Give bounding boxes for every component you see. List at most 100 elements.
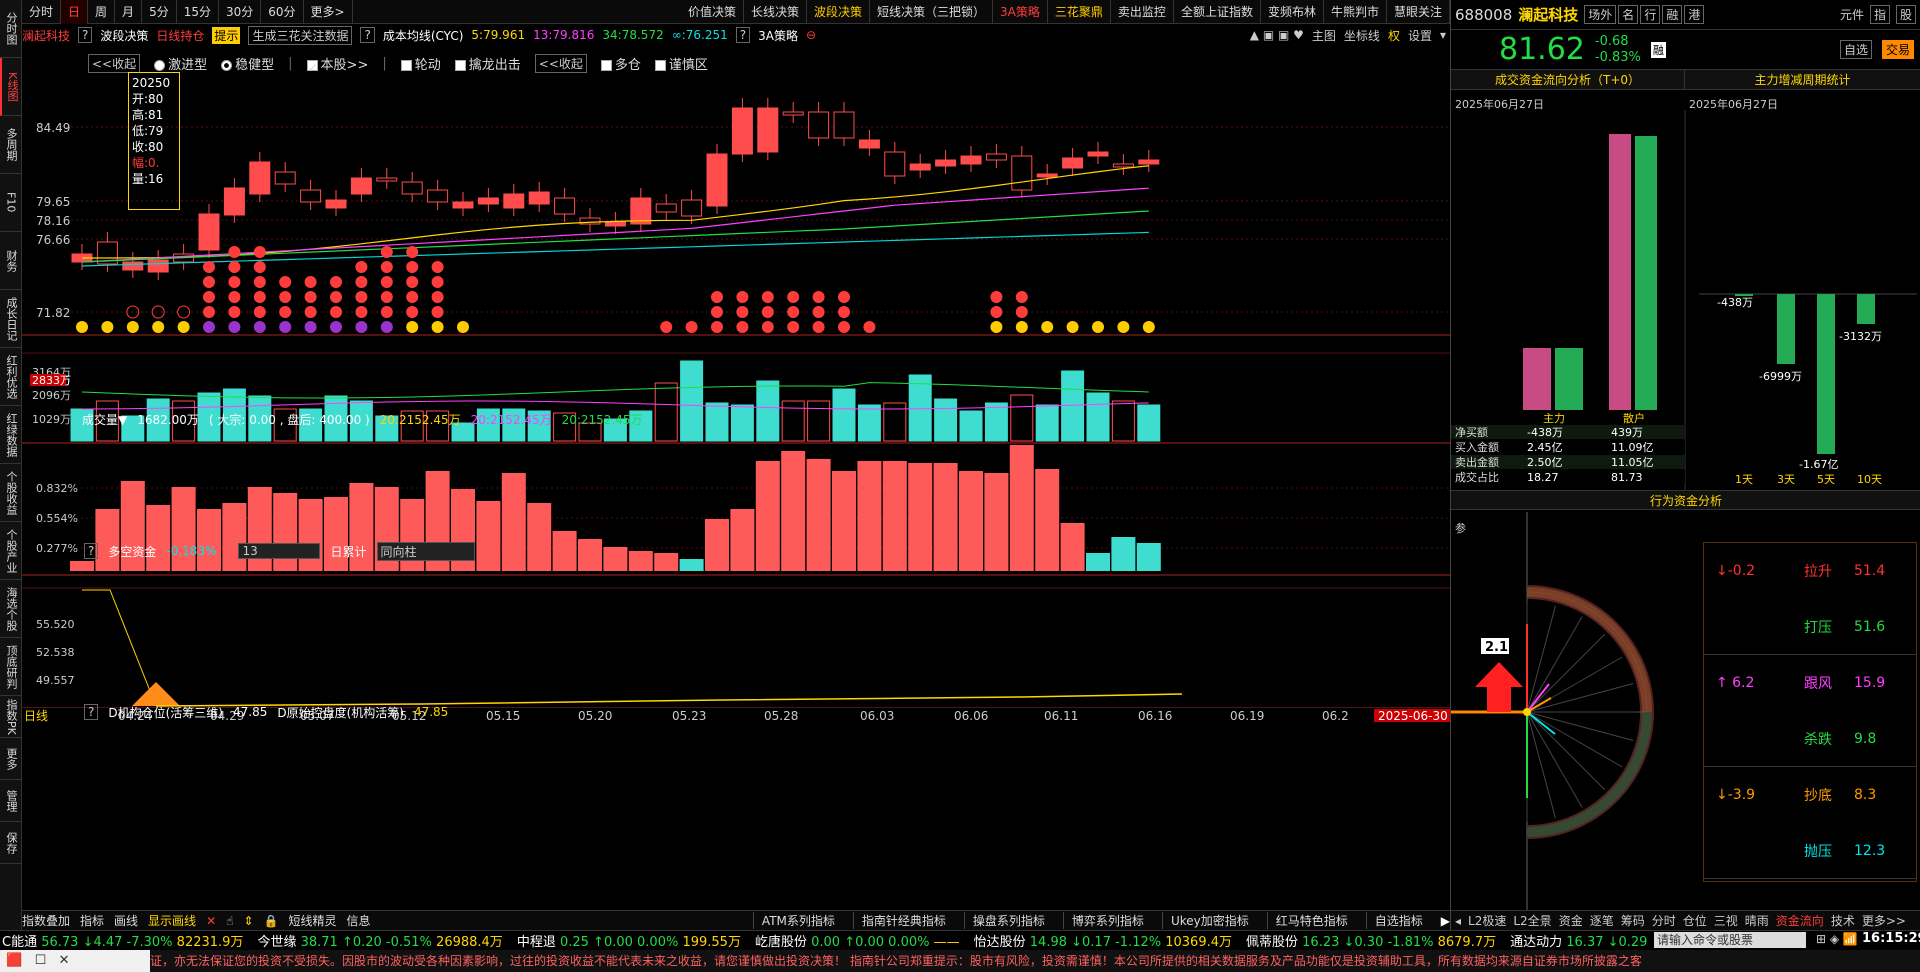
candle[interactable] [808, 111, 830, 139]
left-tab-2[interactable]: 多周期 [0, 116, 22, 174]
period-tab-6[interactable]: 30分 [219, 0, 262, 24]
strategy-tab-9[interactable]: 牛熊判市 [1324, 0, 1387, 24]
help-icon-2[interactable]: ? [360, 27, 375, 43]
move-icon[interactable]: ⇕ [243, 914, 253, 928]
candle[interactable] [350, 177, 372, 195]
quote-bottom-tab-4[interactable]: 筹码 [1621, 912, 1645, 929]
quote-bottom-tab-9[interactable]: 资金流向 [1776, 912, 1824, 929]
quote-tab-0[interactable]: 场外 [1584, 5, 1617, 24]
candle[interactable] [1087, 151, 1109, 157]
indicator-series-5[interactable]: 红马特色指标 [1266, 912, 1356, 929]
candle[interactable] [325, 199, 347, 209]
quote-bottom-tab-0[interactable]: L2极速 [1468, 912, 1506, 929]
weight-button[interactable]: 权 [1388, 27, 1400, 44]
candle[interactable] [858, 139, 880, 149]
quote-bottom-tab-10[interactable]: 技术 [1831, 912, 1855, 929]
left-tab-5[interactable]: 成长日记 [0, 290, 22, 348]
axis-button[interactable]: 坐标线 [1344, 27, 1380, 44]
candle[interactable] [681, 199, 703, 217]
quote-bottom-tab-5[interactable]: 分时 [1652, 912, 1676, 929]
strategy-tab-3[interactable]: 短线决策（三把锁） [870, 0, 994, 24]
period-tab-5[interactable]: 15分 [177, 0, 219, 24]
period-tab-4[interactable]: 5分 [142, 0, 177, 24]
info-tab-1[interactable]: 信息 [346, 912, 370, 929]
strategy-tab-0[interactable]: 价值决策 [681, 0, 744, 24]
steady-radio[interactable]: 稳健型 [221, 54, 274, 73]
daily-position[interactable]: 日线持仓 [156, 27, 204, 44]
scroll-right-icon[interactable]: ▶ [1441, 914, 1450, 928]
candle[interactable] [1112, 163, 1134, 168]
period-tab-7[interactable]: 60分 [261, 0, 304, 24]
window-controls[interactable]: 🟥 ☐ ✕ [0, 950, 150, 972]
close-icon[interactable]: ▾ [1440, 28, 1450, 42]
tab-scroll-icon[interactable]: ◂ [1455, 914, 1461, 928]
candle[interactable] [655, 203, 677, 213]
this-stock-check[interactable]: ✓ 本股>> [306, 54, 368, 76]
3a-strategy[interactable]: 3A策略 [758, 27, 798, 44]
jg-help-icon[interactable]: ? [84, 704, 99, 720]
candle[interactable] [1062, 157, 1084, 169]
left-tab-8[interactable]: 个股收益 [0, 464, 22, 522]
candle[interactable] [782, 111, 804, 116]
candle[interactable] [960, 155, 982, 165]
candle[interactable] [147, 259, 169, 273]
careful-zone-check[interactable]: 谨慎区 [654, 54, 708, 73]
bottom-tool-3[interactable]: 显示画线 [148, 912, 196, 929]
volume-title[interactable]: 成交量▼ [82, 411, 127, 428]
status-item-0[interactable]: C能通 56.73 ↓4.47 -7.30% 82231.9万 [2, 931, 243, 950]
help-icon[interactable]: ? [78, 27, 93, 43]
candle[interactable] [427, 189, 449, 203]
candle[interactable] [477, 197, 499, 205]
left-tab-7[interactable]: 红绿数据 [0, 406, 22, 464]
generate-button[interactable]: 生成三花关注数据 [248, 25, 353, 45]
indicator-series-0[interactable]: ATM系列指标 [752, 912, 843, 929]
dk-period-select[interactable]: 13 [238, 543, 321, 559]
main-chart-button[interactable]: 主图 [1312, 27, 1336, 44]
collapse-button-2[interactable]: <<收起 [534, 53, 587, 73]
candle[interactable] [503, 193, 525, 209]
status-item-2[interactable]: 中程退 0.25 ↑0.00 0.00% 199.55万 [517, 931, 741, 950]
candle[interactable] [452, 201, 474, 209]
left-tab-0[interactable]: 分时图 [0, 0, 22, 58]
quote-bottom-tab-2[interactable]: 资金 [1559, 912, 1583, 929]
quote-tab-1[interactable]: 名 [1618, 5, 1639, 24]
quote-bottom-tab-11[interactable]: 更多>> [1862, 912, 1906, 929]
close-circle-icon[interactable]: ⊖ [806, 28, 816, 42]
candle[interactable] [401, 181, 423, 195]
bottom-tool-2[interactable]: 画线 [114, 912, 138, 929]
indicator-series-1[interactable]: 指南针经典指标 [852, 912, 954, 929]
candle[interactable] [1036, 173, 1058, 178]
candle[interactable] [985, 153, 1007, 161]
quote-bottom-tab-8[interactable]: 晴雨 [1745, 912, 1769, 929]
candle[interactable] [223, 187, 245, 216]
candle[interactable] [604, 221, 626, 227]
candle[interactable] [731, 107, 753, 155]
strategy-tab-7[interactable]: 全额上证指数 [1174, 0, 1261, 24]
candle[interactable] [249, 161, 271, 195]
status-item-5[interactable]: 佩蒂股份 16.23 ↓0.30 -1.81% 8679.7万 [1246, 931, 1496, 950]
period-tab-8[interactable]: 更多> [304, 0, 353, 24]
left-tab-15[interactable]: 保存 [0, 822, 22, 864]
period-tab-2[interactable]: 周 [88, 0, 116, 24]
command-input[interactable]: 请输入命令或股票 [1654, 932, 1806, 948]
strategy-tab-2[interactable]: 波段决策 [807, 0, 871, 24]
delete-icon[interactable]: ✕ [206, 914, 216, 928]
help-icon-3[interactable]: ? [735, 27, 751, 43]
left-tab-6[interactable]: 红利优选 [0, 348, 22, 406]
stock-button[interactable]: 股 [1895, 5, 1916, 24]
quote-bottom-tab-1[interactable]: L2全景 [1513, 912, 1551, 929]
candle[interactable] [554, 197, 576, 215]
left-tab-10[interactable]: 海选个股 [0, 580, 22, 638]
candle[interactable] [1011, 155, 1033, 191]
strategy-tab-8[interactable]: 变频布林 [1261, 0, 1324, 24]
catch-dragon-check[interactable]: 擒龙出击 [454, 54, 521, 73]
aggressive-radio[interactable]: 激进型 [154, 54, 207, 73]
left-tab-11[interactable]: 顶底研判 [0, 638, 22, 696]
quote-bottom-tab-3[interactable]: 逐笔 [1590, 912, 1614, 929]
candle[interactable] [833, 111, 855, 139]
indicator-series-2[interactable]: 操盘系列指标 [963, 912, 1053, 929]
candle[interactable] [274, 171, 296, 185]
candle[interactable] [706, 153, 728, 207]
strategy-tab-1[interactable]: 长线决策 [744, 0, 808, 24]
left-tab-14[interactable]: 管理 [0, 780, 22, 822]
